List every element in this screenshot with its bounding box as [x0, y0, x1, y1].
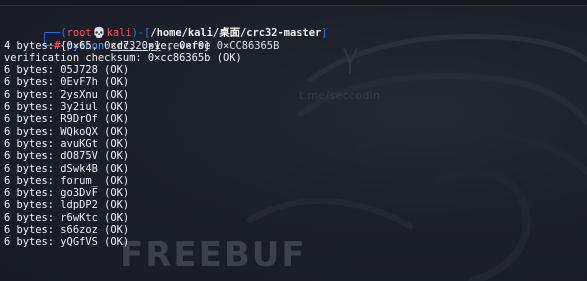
output-line: 6 bytes: 0EvF7h (OK) [4, 76, 130, 89]
prompt-path-close: ] [321, 27, 328, 40]
terminal-content[interactable]: ┌──(root💀kali)-[/home/kali/桌面/crc32-mast… [4, 15, 581, 249]
skull-icon: 💀 [92, 27, 106, 40]
output-line: 6 bytes: forum_ (OK) [4, 174, 130, 187]
output-line: 6 bytes: WQkoQX (OK) [4, 125, 130, 138]
output-line: 6 bytes: avuKGt (OK) [4, 137, 130, 150]
output-line: 6 bytes: r6wKtc (OK) [4, 211, 130, 224]
output-line: 6 bytes: go3DvF (OK) [4, 187, 130, 200]
output-line: 6 bytes: R9DrOf (OK) [4, 113, 130, 126]
output-line: 4 bytes: {0×65, 0×d7, 0×1e, 0×f0} [4, 39, 211, 52]
output-line: 6 bytes: dSwk4B (OK) [4, 162, 130, 175]
prompt-user: root [66, 27, 92, 40]
output-line: 6 bytes: s66zoz (OK) [4, 224, 130, 237]
prompt-box-top: ┌──( [41, 27, 67, 40]
output-line: 6 bytes: dO875V (OK) [4, 150, 130, 163]
output-line: 6 bytes: ldpDP2 (OK) [4, 199, 130, 212]
output-line: verification checksum: 0×cc86365b (OK) [4, 51, 242, 64]
prompt-line: ┌──(root💀kali)-[/home/kali/桌面/crc32-mast… [4, 15, 581, 39]
output-line: 6 bytes: 05J728 (OK) [4, 64, 130, 77]
output-line: 6 bytes: 2ysXnu (OK) [4, 88, 130, 101]
prompt-host: kali [106, 27, 132, 40]
top-edge-strip [0, 0, 587, 6]
prompt-separator: )-[ [131, 27, 151, 40]
terminal-window[interactable]: t.me/seccodin FREEBUF ┌──(root💀kali)-[/h… [0, 0, 587, 281]
output-line: 6 bytes: 3y2iul (OK) [4, 101, 130, 114]
prompt-path: /home/kali/桌面/crc32-master [150, 27, 322, 40]
output-line: 6 bytes: yQGfVS (OK) [4, 236, 130, 249]
